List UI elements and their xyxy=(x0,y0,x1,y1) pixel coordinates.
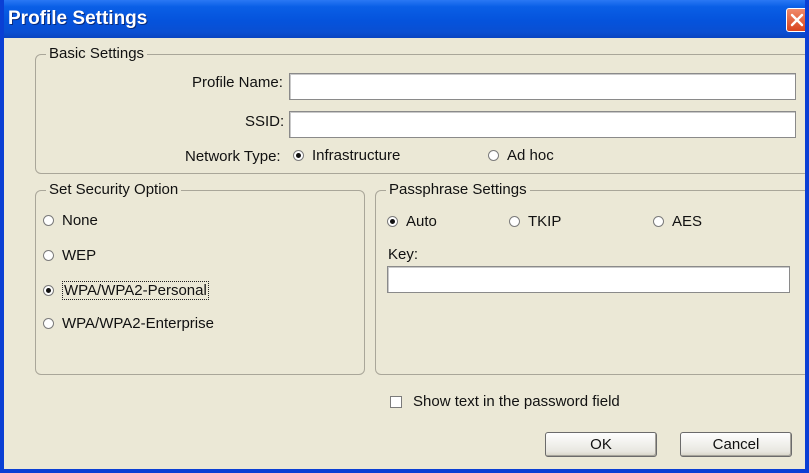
title-bar[interactable]: Profile Settings xyxy=(4,0,805,38)
close-x-icon xyxy=(790,13,804,27)
ok-button[interactable]: OK xyxy=(545,432,657,457)
radio-none[interactable]: None xyxy=(43,212,98,229)
radio-label-infrastructure: Infrastructure xyxy=(312,147,401,164)
radio-label-wpa-personal: WPA/WPA2-Personal xyxy=(62,281,209,300)
ssid-label: SSID: xyxy=(245,113,285,130)
key-label: Key: xyxy=(388,246,419,263)
profile-name-field[interactable] xyxy=(289,73,796,100)
show-text-checkbox[interactable]: Show text in the password field xyxy=(390,393,620,410)
radio-button[interactable] xyxy=(43,215,54,226)
profile-name-label: Profile Name: xyxy=(192,74,283,91)
key-input[interactable] xyxy=(388,267,789,292)
radio-infrastructure[interactable]: Infrastructure xyxy=(293,147,400,164)
show-text-label: Show text in the password field xyxy=(413,393,620,410)
radio-label-aes: AES xyxy=(672,213,703,230)
radio-label-wpa-enterprise: WPA/WPA2-Enterprise xyxy=(62,315,214,332)
ssid-input[interactable] xyxy=(290,112,795,137)
security-option-legend: Set Security Option xyxy=(46,181,182,198)
key-field[interactable] xyxy=(387,266,790,293)
radio-button-selected[interactable] xyxy=(387,216,398,227)
radio-label-none: None xyxy=(62,212,98,229)
radio-button-selected[interactable] xyxy=(293,150,304,161)
radio-label-auto: Auto xyxy=(406,213,437,230)
radio-wep[interactable]: WEP xyxy=(43,247,96,264)
radio-button[interactable] xyxy=(43,250,54,261)
radio-wpa-personal[interactable]: WPA/WPA2-Personal xyxy=(43,281,209,300)
radio-button[interactable] xyxy=(653,216,664,227)
cancel-button[interactable]: Cancel xyxy=(680,432,792,457)
radio-auto[interactable]: Auto xyxy=(387,213,437,230)
radio-aes[interactable]: AES xyxy=(653,213,702,230)
ssid-field[interactable] xyxy=(289,111,796,138)
radio-label-ad-hoc: Ad hoc xyxy=(507,147,554,164)
radio-tkip[interactable]: TKIP xyxy=(509,213,561,230)
radio-ad-hoc[interactable]: Ad hoc xyxy=(488,147,554,164)
profile-name-input[interactable] xyxy=(290,74,795,99)
passphrase-settings-legend: Passphrase Settings xyxy=(386,181,530,198)
radio-label-tkip: TKIP xyxy=(528,213,562,230)
basic-settings-legend: Basic Settings xyxy=(46,45,148,62)
network-type-label: Network Type: xyxy=(185,148,281,165)
close-button[interactable] xyxy=(786,8,805,32)
profile-settings-dialog: Profile Settings Basic Settings Profile … xyxy=(0,0,809,473)
window-title: Profile Settings xyxy=(8,8,148,29)
radio-button[interactable] xyxy=(43,318,54,329)
radio-button-selected[interactable] xyxy=(43,285,54,296)
checkbox-box[interactable] xyxy=(390,395,402,408)
radio-label-wep: WEP xyxy=(62,247,97,264)
radio-button[interactable] xyxy=(488,150,499,161)
radio-button[interactable] xyxy=(509,216,520,227)
radio-wpa-enterprise[interactable]: WPA/WPA2-Enterprise xyxy=(43,315,214,332)
